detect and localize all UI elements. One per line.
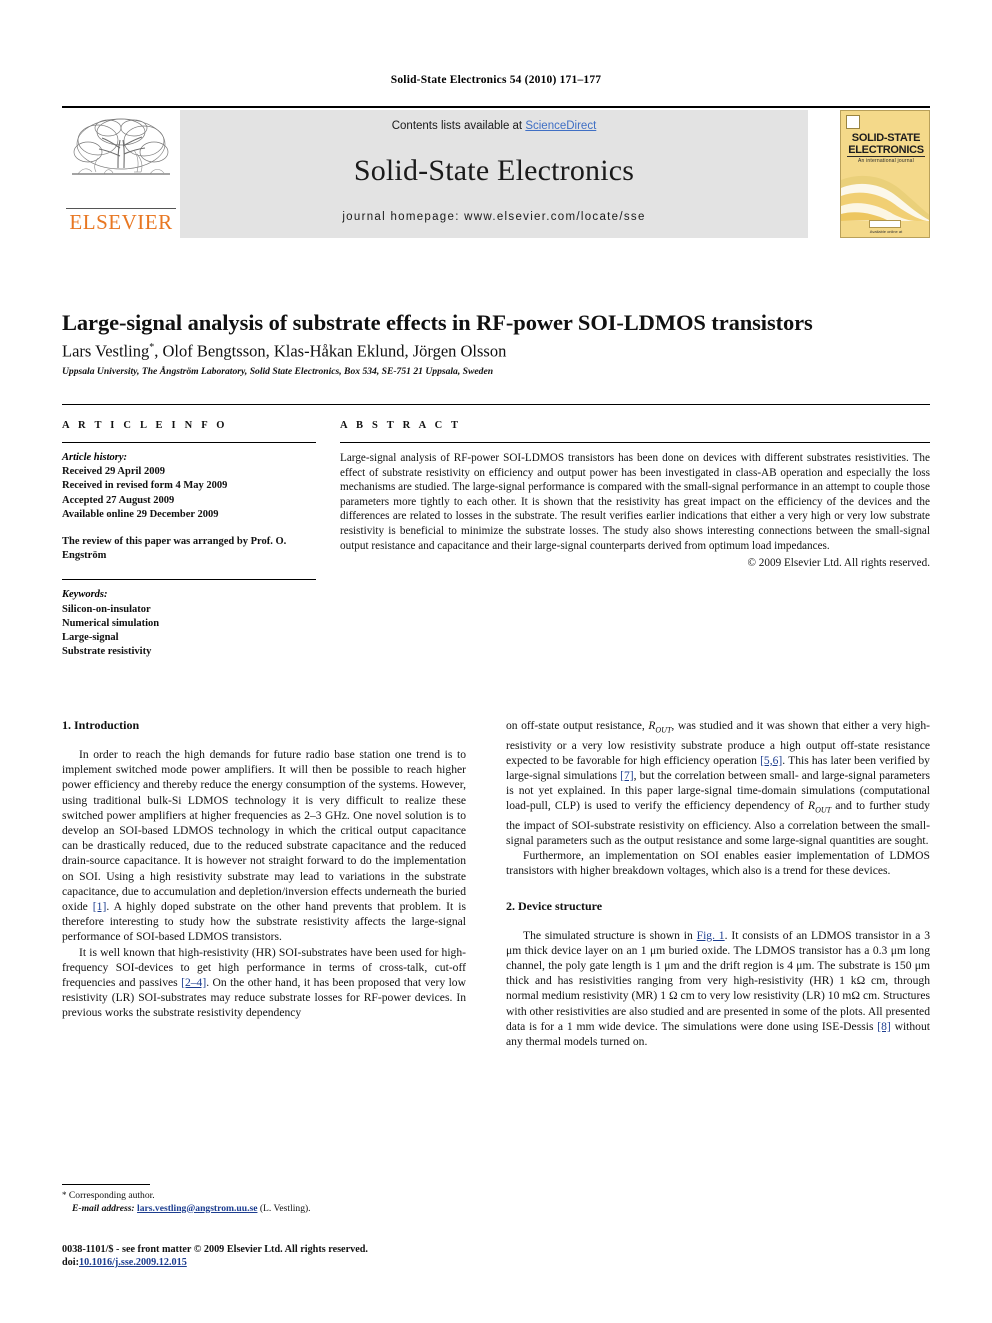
keywords-rule xyxy=(62,579,316,581)
paragraph-intro-2: It is well known that high-resistivity (… xyxy=(62,945,466,1021)
figure-ref-1[interactable]: Fig. 1 xyxy=(697,929,725,942)
p1-text-b: . A highly doped substrate on the other … xyxy=(62,900,466,944)
p3-text-a: on off-state output resistance, xyxy=(506,719,649,732)
p5-text-b: . It consists of an LDMOS transistor in … xyxy=(506,928,930,1033)
article-info-heading: A R T I C L E I N F O xyxy=(62,420,228,431)
citation-ref-8[interactable]: [8] xyxy=(877,1020,891,1033)
author-names-first: Lars Vestling xyxy=(62,341,150,361)
contents-prefix: Contents lists available at xyxy=(391,120,526,132)
cover-artwork xyxy=(841,166,929,221)
history-item: Received 29 April 2009 xyxy=(62,466,165,478)
cover-subtitle: An international journal xyxy=(858,158,914,164)
cover-divider xyxy=(847,156,925,157)
masthead-inner: ELSEVIER Contents lists available at Sci… xyxy=(62,110,930,238)
doi-line: doi:10.1016/j.sse.2009.12.015 xyxy=(62,1256,562,1269)
section-heading-device-structure: 2. Device structure xyxy=(506,898,603,913)
journal-masthead: ELSEVIER Contents lists available at Sci… xyxy=(62,106,930,238)
footnote-marker: * xyxy=(62,1190,67,1200)
citation-ref-7[interactable]: [7] xyxy=(620,769,634,782)
journal-homepage-link[interactable]: journal homepage: www.elsevier.com/locat… xyxy=(180,211,808,223)
article-page: Solid-State Electronics 54 (2010) 171–17… xyxy=(0,0,992,1323)
paragraph-device-1: The simulated structure is shown in Fig.… xyxy=(506,928,930,1050)
body-column-right: on off-state output resistance, ROUT, wa… xyxy=(506,718,930,1049)
cover-sciencedirect-badge xyxy=(869,220,901,228)
article-info-rule xyxy=(62,442,316,443)
keyword-item: Large-signal xyxy=(62,632,119,644)
footnote-block: * Corresponding author. E-mail address: … xyxy=(62,1189,466,1215)
email-link[interactable]: lars.vestling@angstrom.uu.se xyxy=(137,1203,257,1214)
p1-text-a: In order to reach the high demands for f… xyxy=(62,748,466,914)
keywords-label: Keywords: xyxy=(62,589,108,601)
symbol-rout-1: ROUT xyxy=(648,719,672,735)
elsevier-logo-divider xyxy=(66,208,176,209)
rout-subscript: OUT xyxy=(815,805,832,815)
elsevier-tree-icon xyxy=(68,114,174,206)
abstract-block: A B S T R A C T Large-signal analysis of… xyxy=(340,420,930,569)
abstract-rule xyxy=(340,442,930,443)
corresponding-author-text: Corresponding author. xyxy=(68,1190,155,1201)
email-label: E-mail address: xyxy=(72,1202,135,1214)
article-history-list: Received 29 April 2009 Received in revis… xyxy=(62,465,316,522)
body-column-left: 1. Introduction In order to reach the hi… xyxy=(62,718,466,1021)
email-owner: (L. Vestling). xyxy=(257,1202,311,1214)
elsevier-logo: ELSEVIER xyxy=(62,110,180,238)
journal-title: Solid-State Electronics xyxy=(353,154,635,187)
keyword-item: Substrate resistivity xyxy=(62,646,152,658)
email-note: E-mail address: lars.vestling@angstrom.u… xyxy=(62,1203,466,1216)
history-item: Accepted 27 August 2009 xyxy=(62,494,175,506)
running-head: Solid-State Electronics 54 (2010) 171–17… xyxy=(390,74,602,86)
sciencedirect-link[interactable]: ScienceDirect xyxy=(525,120,596,132)
paragraph-intro-3: on off-state output resistance, ROUT, wa… xyxy=(506,718,930,848)
cover-title-line2: ELECTRONICS xyxy=(848,143,924,156)
cover-publisher-icon xyxy=(846,115,860,129)
paragraph-intro-4: Furthermore, an implementation on SOI en… xyxy=(506,849,930,878)
footnote-rule xyxy=(62,1184,150,1185)
citation-ref-1[interactable]: [1] xyxy=(93,900,107,913)
author-names-rest: , Olof Bengtsson, Klas-Håkan Eklund, Jör… xyxy=(154,341,507,361)
citation-ref-2-4[interactable]: [2–4] xyxy=(181,976,206,989)
abstract-text: Large-signal analysis of RF-power SOI-LD… xyxy=(340,452,930,552)
doi-link[interactable]: 10.1016/j.sse.2009.12.015 xyxy=(79,1257,187,1268)
corresponding-author-note: * Corresponding author. xyxy=(62,1189,466,1203)
symbol-rout-2: ROUT xyxy=(808,799,832,815)
keyword-item: Numerical simulation xyxy=(62,617,160,629)
cover-foot-text: Available online at xyxy=(869,229,903,234)
cover-title: SOLID-STATE ELECTRONICS xyxy=(841,132,929,156)
page-footer: 0038-1101/$ - see front matter © 2009 El… xyxy=(62,1243,562,1270)
review-arranged-note: The review of this paper was arranged by… xyxy=(62,536,287,562)
journal-cover-thumbnail[interactable]: SOLID-STATE ELECTRONICS An international… xyxy=(840,110,930,238)
article-info-block: A R T I C L E I N F O Article history: R… xyxy=(62,420,316,659)
abstract-heading: A B S T R A C T xyxy=(340,420,462,431)
section-heading-introduction: 1. Introduction xyxy=(62,718,140,732)
doi-label: doi: xyxy=(62,1257,79,1269)
keywords-list: Silicon-on-insulator Numerical simulatio… xyxy=(62,603,316,660)
elsevier-wordmark: ELSEVIER xyxy=(69,210,173,234)
history-item: Received in revised form 4 May 2009 xyxy=(62,480,228,492)
citation-ref-5-6[interactable]: [5,6] xyxy=(760,754,782,767)
article-history-label: Article history: xyxy=(62,452,128,463)
contents-available-line: Contents lists available at ScienceDirec… xyxy=(180,120,808,132)
history-item: Available online 29 December 2009 xyxy=(62,508,219,520)
abstract-copyright: © 2009 Elsevier Ltd. All rights reserved… xyxy=(747,557,931,570)
cover-title-line1: SOLID-STATE xyxy=(851,132,921,144)
page-title: Large-signal analysis of substrate effec… xyxy=(62,310,813,336)
info-abstract-top-rule xyxy=(62,404,930,405)
author-affiliation: Uppsala University, The Ångström Laborat… xyxy=(62,366,494,377)
issn-copyright-line: 0038-1101/$ - see front matter © 2009 El… xyxy=(62,1244,368,1255)
paragraph-intro-1: In order to reach the high demands for f… xyxy=(62,747,466,945)
p5-text-a: The simulated structure is shown in xyxy=(523,928,697,942)
rout-subscript: OUT xyxy=(655,725,672,735)
keyword-item: Silicon-on-insulator xyxy=(62,603,151,615)
author-list: Lars Vestling*, Olof Bengtsson, Klas-Håk… xyxy=(62,338,930,362)
masthead-panel: Contents lists available at ScienceDirec… xyxy=(180,110,808,238)
